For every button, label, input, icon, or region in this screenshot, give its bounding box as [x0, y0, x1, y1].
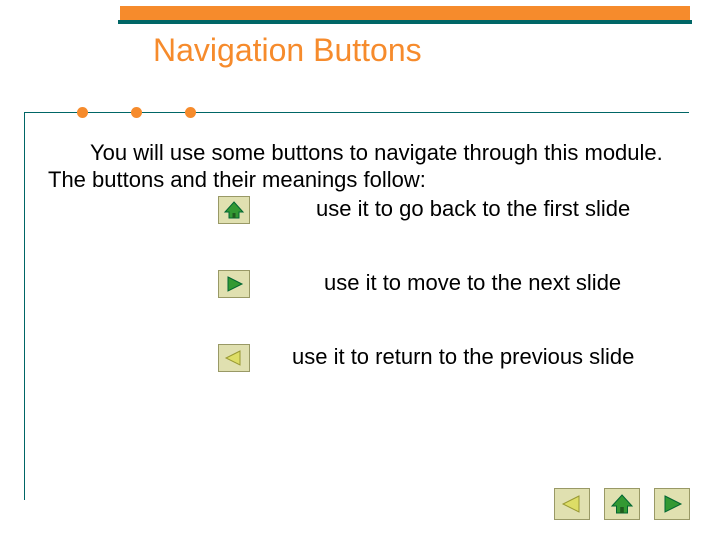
bullet-dot: [185, 107, 196, 118]
bullet-dot: [77, 107, 88, 118]
side-rule: [24, 112, 25, 500]
intro-text: You will use some buttons to navigate th…: [48, 140, 688, 194]
header-accent-bar: [120, 6, 690, 20]
nav-desc-home: use it to go back to the first slide: [316, 196, 630, 222]
play-left-icon: [560, 493, 584, 515]
footer-next-button[interactable]: [654, 488, 690, 520]
footer-home-button[interactable]: [604, 488, 640, 520]
nav-desc-prev-wrap: use it to return to the previous slide: [292, 344, 634, 370]
page-title: Navigation Buttons: [153, 32, 422, 69]
nav-desc-next: use it to move to the next slide: [324, 270, 621, 296]
nav-button-next-wrap: [218, 270, 250, 298]
nav-desc-next-wrap: use it to move to the next slide: [324, 270, 621, 296]
header-underline: [118, 20, 692, 24]
play-right-icon: [223, 274, 245, 294]
home-icon: [610, 493, 634, 515]
intro-text-content: You will use some buttons to navigate th…: [48, 140, 663, 192]
home-icon: [223, 200, 245, 220]
bullet-dot: [131, 107, 142, 118]
play-left-icon: [223, 348, 245, 368]
footer-nav: [554, 488, 690, 520]
nav-button-prev-wrap: [218, 344, 250, 372]
nav-desc-home-wrap: use it to go back to the first slide: [316, 196, 630, 222]
nav-desc-prev: use it to return to the previous slide: [292, 344, 634, 370]
play-right-icon: [660, 493, 684, 515]
nav-button-prev[interactable]: [218, 344, 250, 372]
nav-button-next[interactable]: [218, 270, 250, 298]
nav-button-home[interactable]: [218, 196, 250, 224]
horizontal-rule: [24, 112, 689, 113]
footer-prev-button[interactable]: [554, 488, 590, 520]
nav-button-home-wrap: [218, 196, 250, 224]
